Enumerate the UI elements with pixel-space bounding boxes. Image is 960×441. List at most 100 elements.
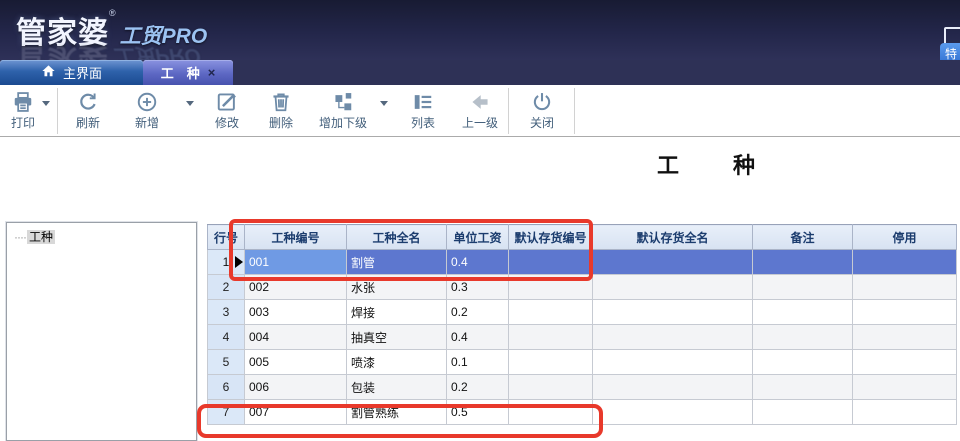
cell-row-no[interactable]: 1 xyxy=(208,250,245,275)
cell-remark[interactable] xyxy=(753,325,853,350)
cell-code[interactable]: 002 xyxy=(245,275,347,300)
delete-button[interactable]: 删除 xyxy=(258,89,304,133)
list-label: 列表 xyxy=(400,116,446,131)
cell-disabled[interactable] xyxy=(853,300,957,325)
cell-wage[interactable]: 0.5 xyxy=(447,400,509,425)
add-sublevel-dropdown-caret-icon[interactable] xyxy=(380,101,388,106)
tree-node-label: 工种 xyxy=(27,230,55,244)
add-dropdown-caret-icon[interactable] xyxy=(186,101,194,106)
cell-name[interactable]: 焊接 xyxy=(347,300,447,325)
cell-row-no[interactable]: 7 xyxy=(208,400,245,425)
cell-name[interactable]: 割管 xyxy=(347,250,447,275)
cell-name[interactable]: 包装 xyxy=(347,375,447,400)
col-header-code[interactable]: 工种编号 xyxy=(245,225,347,250)
cell-name[interactable]: 割管熟练 xyxy=(347,400,447,425)
cell-code[interactable]: 006 xyxy=(245,375,347,400)
cell-remark[interactable] xyxy=(753,350,853,375)
add-label: 新增 xyxy=(124,116,170,131)
cell-remark[interactable] xyxy=(753,375,853,400)
col-header-remark[interactable]: 备注 xyxy=(753,225,853,250)
cell-wage[interactable]: 0.1 xyxy=(447,350,509,375)
print-dropdown-caret-icon[interactable] xyxy=(42,101,50,106)
worktype-table: 行号 工种编号 工种全名 单位工资 默认存货编号 默认存货全名 备注 停用 10… xyxy=(207,224,956,425)
cell-row-no[interactable]: 2 xyxy=(208,275,245,300)
printer-icon xyxy=(4,91,42,115)
tab-close-icon[interactable]: × xyxy=(208,66,216,79)
table-row[interactable]: 1001割管0.4 xyxy=(208,250,957,275)
add-sublevel-button[interactable]: 增加下级 xyxy=(312,89,374,133)
col-header-wage[interactable]: 单位工资 xyxy=(447,225,509,250)
cell-remark[interactable] xyxy=(753,300,853,325)
add-button[interactable]: 新增 xyxy=(124,89,170,133)
cell-disabled[interactable] xyxy=(853,375,957,400)
cell-row-no[interactable]: 4 xyxy=(208,325,245,350)
list-icon xyxy=(400,91,446,115)
cell-remark[interactable] xyxy=(753,400,853,425)
cell-name[interactable]: 水张 xyxy=(347,275,447,300)
table-row[interactable]: 5005喷漆0.1 xyxy=(208,350,957,375)
cell-wage[interactable]: 0.3 xyxy=(447,275,509,300)
cell-code[interactable]: 001 xyxy=(245,250,347,275)
cell-name[interactable]: 抽真空 xyxy=(347,325,447,350)
logo-brand-text: 管家婆 xyxy=(16,17,109,50)
list-button[interactable]: 列表 xyxy=(400,89,446,133)
table-row[interactable]: 2002水张0.3 xyxy=(208,275,957,300)
refresh-icon xyxy=(66,91,110,115)
tree-node-worktype[interactable]: ····工种 xyxy=(14,228,55,245)
cell-wage[interactable]: 0.4 xyxy=(447,325,509,350)
toolbar-separator xyxy=(508,88,509,134)
col-header-row-no[interactable]: 行号 xyxy=(208,225,245,250)
print-button[interactable]: 打印 xyxy=(4,89,42,133)
cell-inv-code[interactable] xyxy=(509,250,593,275)
cell-inv-name[interactable] xyxy=(593,350,753,375)
cell-remark[interactable] xyxy=(753,250,853,275)
refresh-button[interactable]: 刷新 xyxy=(66,89,110,133)
cell-inv-name[interactable] xyxy=(593,400,753,425)
cell-row-no[interactable]: 6 xyxy=(208,375,245,400)
up-level-button[interactable]: 上一级 xyxy=(452,89,508,133)
app-banner: 管家婆®工贸PRO 管家婆工贸PRO 特 xyxy=(0,0,960,60)
cell-row-no[interactable]: 5 xyxy=(208,350,245,375)
cell-wage[interactable]: 0.2 xyxy=(447,300,509,325)
table-header-row: 行号 工种编号 工种全名 单位工资 默认存货编号 默认存货全名 备注 停用 xyxy=(208,225,957,250)
cell-disabled[interactable] xyxy=(853,275,957,300)
tab-main-screen[interactable]: 主界面 xyxy=(0,60,143,85)
cell-inv-code[interactable] xyxy=(509,400,593,425)
cell-inv-code[interactable] xyxy=(509,350,593,375)
tab-bar: 主界面 工 种 × xyxy=(0,60,960,85)
table-row[interactable]: 4004抽真空0.4 xyxy=(208,325,957,350)
cell-disabled[interactable] xyxy=(853,400,957,425)
cell-remark[interactable] xyxy=(753,275,853,300)
cell-inv-name[interactable] xyxy=(593,275,753,300)
cell-code[interactable]: 007 xyxy=(245,400,347,425)
cell-code[interactable]: 004 xyxy=(245,325,347,350)
close-button[interactable]: 关闭 xyxy=(518,89,566,133)
edit-button[interactable]: 修改 xyxy=(204,89,250,133)
cell-code[interactable]: 003 xyxy=(245,300,347,325)
table-row[interactable]: 3003焊接0.2 xyxy=(208,300,957,325)
cell-wage[interactable]: 0.2 xyxy=(447,375,509,400)
cell-disabled[interactable] xyxy=(853,350,957,375)
col-header-disabled[interactable]: 停用 xyxy=(853,225,957,250)
col-header-name[interactable]: 工种全名 xyxy=(347,225,447,250)
toolbar-separator xyxy=(574,88,575,134)
tab-worktype[interactable]: 工 种 × xyxy=(143,60,233,85)
table-row[interactable]: 7007割管熟练0.5 xyxy=(208,400,957,425)
cell-disabled[interactable] xyxy=(853,325,957,350)
cell-inv-name[interactable] xyxy=(593,375,753,400)
cell-row-no[interactable]: 3 xyxy=(208,300,245,325)
cell-inv-code[interactable] xyxy=(509,325,593,350)
col-header-inv-name[interactable]: 默认存货全名 xyxy=(593,225,753,250)
cell-inv-name[interactable] xyxy=(593,325,753,350)
cell-inv-code[interactable] xyxy=(509,375,593,400)
col-header-inv-code[interactable]: 默认存货编号 xyxy=(509,225,593,250)
cell-inv-code[interactable] xyxy=(509,300,593,325)
cell-code[interactable]: 005 xyxy=(245,350,347,375)
cell-wage[interactable]: 0.4 xyxy=(447,250,509,275)
cell-inv-name[interactable] xyxy=(593,250,753,275)
cell-inv-name[interactable] xyxy=(593,300,753,325)
cell-name[interactable]: 喷漆 xyxy=(347,350,447,375)
table-row[interactable]: 6006包装0.2 xyxy=(208,375,957,400)
cell-inv-code[interactable] xyxy=(509,275,593,300)
cell-disabled[interactable] xyxy=(853,250,957,275)
